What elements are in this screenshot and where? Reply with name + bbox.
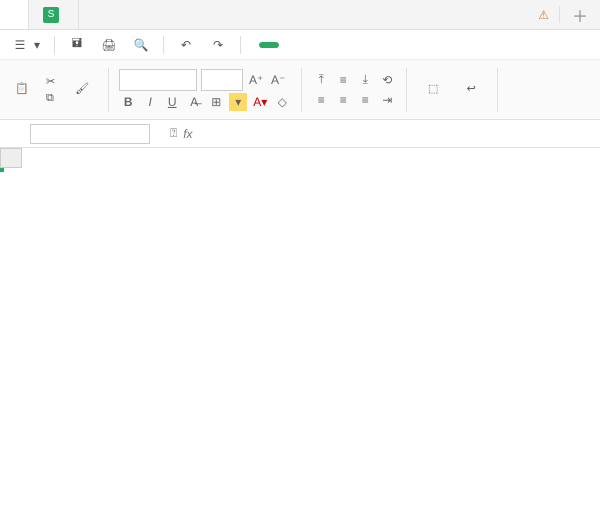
workbook-tab[interactable]: S xyxy=(29,0,79,29)
print-icon: 🖨 xyxy=(101,37,117,53)
copy-button[interactable]: ⧉ xyxy=(44,91,60,106)
new-tab-button[interactable]: ＋ xyxy=(560,0,600,29)
spreadsheet-icon: S xyxy=(43,7,59,23)
number-format-button[interactable] xyxy=(508,88,516,92)
hamburger-icon: ☰ xyxy=(12,37,28,53)
chevron-down-icon: ▾ xyxy=(34,38,40,52)
copy-icon: ⧉ xyxy=(46,92,54,105)
font-name-combo[interactable] xyxy=(119,69,197,91)
align-middle-button[interactable]: ≡ xyxy=(334,71,352,89)
align-bottom-button[interactable]: ⤓ xyxy=(356,71,374,89)
spreadsheet-grid xyxy=(0,148,600,168)
indent-button[interactable]: ⇥ xyxy=(378,91,396,109)
brush-icon: 🖌 xyxy=(70,77,94,101)
select-all-corner[interactable] xyxy=(0,148,22,168)
font-size-combo[interactable] xyxy=(201,69,243,91)
underline-button[interactable]: U xyxy=(163,93,181,111)
fx-icon[interactable]: fx xyxy=(183,127,192,141)
redo-icon: ↷ xyxy=(210,37,226,53)
separator xyxy=(163,36,164,54)
save-icon: 🖬 xyxy=(69,37,85,53)
align-top-button[interactable]: ⤒ xyxy=(312,71,330,89)
print-button[interactable]: 🖨 xyxy=(97,34,121,56)
formula-input[interactable] xyxy=(199,124,600,144)
app-menu-button[interactable]: ☰ ▾ xyxy=(8,34,44,56)
font-group: A⁺ A⁻ B I U A̶ ⊞ ▾ A▾ ◇ xyxy=(119,69,291,111)
clipboard-icon: 📋 xyxy=(10,77,34,101)
document-tabs: S ⚠ ＋ xyxy=(0,0,600,30)
orientation-button[interactable]: ⟲ xyxy=(378,71,396,89)
separator xyxy=(54,36,55,54)
ribbon-tab-start[interactable] xyxy=(259,42,279,48)
align-right-button[interactable]: ≡ xyxy=(356,91,374,109)
font-color-button[interactable]: A▾ xyxy=(251,93,269,111)
undo-button[interactable]: ↶ xyxy=(174,34,198,56)
formula-bar: ⍰ fx xyxy=(0,120,600,148)
separator xyxy=(108,68,109,112)
insert-function-icon[interactable]: ⍰ xyxy=(170,126,177,141)
redo-button[interactable]: ↷ xyxy=(206,34,230,56)
home-tab[interactable] xyxy=(0,0,29,29)
separator xyxy=(240,36,241,54)
column-headers xyxy=(0,148,600,168)
bold-button[interactable]: B xyxy=(119,93,137,111)
scissors-icon: ✂ xyxy=(46,75,55,88)
clear-format-button[interactable]: ◇ xyxy=(273,93,291,111)
preview-button[interactable]: 🔍 xyxy=(129,34,153,56)
align-left-button[interactable]: ≡ xyxy=(312,91,330,109)
wrap-text-button[interactable]: ↩ xyxy=(455,75,487,105)
italic-button[interactable]: I xyxy=(141,93,159,111)
merge-center-button[interactable]: ⬚ xyxy=(417,75,449,105)
decrease-font-button[interactable]: A⁻ xyxy=(269,71,287,89)
separator xyxy=(301,68,302,112)
separator xyxy=(406,68,407,112)
format-painter-button[interactable]: 🖌 xyxy=(66,75,98,105)
cut-button[interactable]: ✂ xyxy=(44,74,60,89)
save-button[interactable]: 🖬 xyxy=(65,34,89,56)
ribbon-tabs xyxy=(259,42,377,48)
active-cell-cursor xyxy=(0,168,4,172)
strike-button[interactable]: A̶ xyxy=(185,93,203,111)
align-center-button[interactable]: ≡ xyxy=(334,91,352,109)
menu-bar: ☰ ▾ 🖬 🖨 🔍 ↶ ↷ xyxy=(0,30,600,60)
name-box[interactable] xyxy=(30,124,150,144)
undo-icon: ↶ xyxy=(178,37,194,53)
preview-icon: 🔍 xyxy=(133,37,149,53)
warning-icon[interactable]: ⚠ xyxy=(528,0,559,29)
border-button[interactable]: ⊞ xyxy=(207,93,225,111)
paste-button[interactable]: 📋 xyxy=(6,75,38,105)
merge-icon: ⬚ xyxy=(421,77,445,101)
align-group: ⤒ ≡ ⤓ ⟲ ≡ ≡ ≡ ⇥ xyxy=(312,71,396,109)
increase-font-button[interactable]: A⁺ xyxy=(247,71,265,89)
clipboard-group: ✂ ⧉ xyxy=(44,74,60,106)
wrap-icon: ↩ xyxy=(459,77,483,101)
fill-color-button[interactable]: ▾ xyxy=(229,93,247,111)
separator xyxy=(497,68,498,112)
ribbon: 📋 ✂ ⧉ 🖌 A⁺ A⁻ B I U A̶ ⊞ ▾ A▾ ◇ ⤒ ≡ xyxy=(0,60,600,120)
